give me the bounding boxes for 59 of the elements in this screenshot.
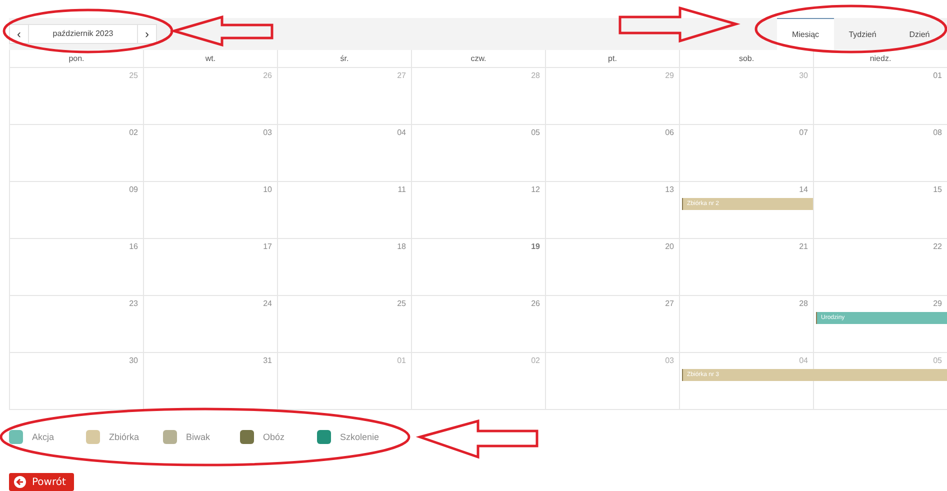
weekday-header: niedz. [814,50,947,68]
day-number: 28 [798,299,809,310]
day-number: 05 [932,356,943,367]
day-number: 06 [664,128,675,139]
view-tab[interactable]: Tydzień [834,18,891,50]
day-number: 02 [128,128,139,139]
weekday-header: pt. [546,50,680,68]
view-tab[interactable]: Dzień [891,18,947,50]
legend-label: Zbiórka [109,432,140,442]
day-number: 21 [798,242,809,253]
day-number: 30 [798,71,809,82]
view-tab[interactable]: Miesiąc [777,18,834,50]
day-number: 18 [396,242,407,253]
day-number: 25 [396,299,407,310]
day-number: 28 [530,71,541,82]
day-number: 24 [262,299,273,310]
day-number: 01 [396,356,407,367]
day-number: 02 [530,356,541,367]
day-number: 23 [128,299,139,310]
day-number: 29 [664,71,675,82]
day-number: 10 [262,185,273,196]
weekday-header: sob. [680,50,814,68]
day-number: 08 [932,128,943,139]
day-number: 17 [262,242,273,253]
day-number: 27 [396,71,407,82]
day-number: 14 [798,185,809,196]
day-number: 31 [262,356,273,367]
legend-label: Biwak [186,432,210,442]
legend-label: Obóz [263,432,285,442]
day-number: 19 [530,242,541,253]
weekday-header: wt. [144,50,278,68]
day-number: 29 [932,299,943,310]
back-arrow-icon [14,476,26,488]
day-number: 03 [664,356,675,367]
weekday-header: pon. [10,50,144,68]
day-number: 05 [530,128,541,139]
legend-label: Akcja [32,432,54,442]
weekday-header: czw. [412,50,546,68]
day-number: 11 [396,185,407,196]
day-number: 07 [798,128,809,139]
day-number: 09 [128,185,139,196]
legend-label: Szkolenie [340,432,380,442]
day-number: 12 [530,185,541,196]
back-button[interactable]: Powrót [9,473,74,491]
weekday-header: śr. [278,50,412,68]
day-number: 26 [530,299,541,310]
day-number: 22 [932,242,943,253]
day-number: 01 [932,71,943,82]
day-number: 04 [396,128,407,139]
day-number: 16 [128,242,139,253]
day-number: 27 [664,299,675,310]
day-number: 15 [932,185,943,196]
day-number: 03 [262,128,273,139]
day-number: 26 [262,71,273,82]
day-number: 13 [664,185,675,196]
day-number: 30 [128,356,139,367]
day-number: 25 [128,71,139,82]
day-number: 20 [664,242,675,253]
day-number: 04 [798,356,809,367]
